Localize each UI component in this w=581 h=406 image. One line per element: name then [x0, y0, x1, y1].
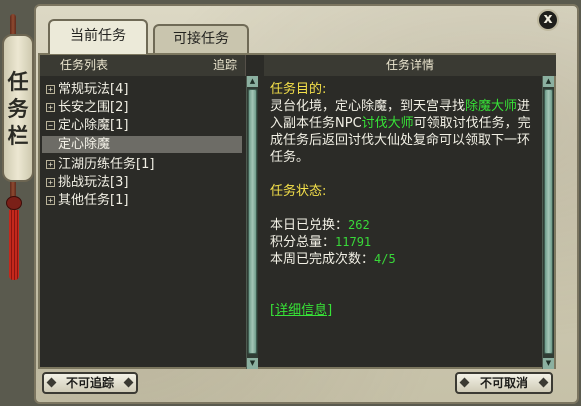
scroll-down-icon[interactable]: ▼ — [543, 358, 554, 369]
tree-subitem-dingxin-selected[interactable]: 定心除魔 — [42, 136, 242, 153]
tree-item-label: 其他任务[1] — [58, 193, 129, 208]
expand-icon[interactable]: + — [46, 85, 55, 94]
tree-item-changan[interactable]: + 长安之围[2] — [46, 99, 128, 116]
task-detail-header: 任务详情 — [264, 55, 556, 76]
goal-text-1: 灵台化境，定心除魔，到天宫寻找 — [270, 99, 466, 114]
task-list-scrollbar[interactable]: ▲ ▼ — [246, 76, 258, 369]
stat-weekly-completed: 本周已完成次数：4/5 — [270, 251, 396, 268]
task-detail-title: 任务详情 — [385, 58, 434, 72]
goal-description: 灵台化境，定心除魔，到天宫寻找除魔大师进入副本任务NPC讨伐大师可领取讨伐任务，… — [270, 98, 536, 166]
tassel-icon — [9, 210, 19, 280]
tree-item-label: 挑战玩法[3] — [58, 175, 129, 190]
expand-icon[interactable]: + — [46, 196, 55, 205]
tree-item-other[interactable]: + 其他任务[1] — [46, 192, 128, 209]
tree-item-dingxin[interactable]: − 定心除魔[1] — [46, 117, 128, 134]
stat-value: 262 — [348, 218, 370, 232]
expand-icon[interactable]: + — [46, 160, 55, 169]
task-list-title: 任务列表 — [60, 58, 109, 72]
close-button[interactable]: x — [537, 9, 559, 31]
expand-icon[interactable]: + — [46, 178, 55, 187]
task-window: 任 务 栏 x 当前任务 可接任务 任务列表 追踪 任务详情 + 常规玩法[4] … — [0, 0, 581, 406]
stat-total-points: 积分总量：11791 — [270, 234, 371, 251]
side-tag-char-2: 务 — [7, 95, 29, 121]
task-panel: 任务列表 追踪 任务详情 + 常规玩法[4] + 长安之围[2] − 定心除魔[1] … — [38, 53, 556, 369]
tree-item-label: 江湖历练任务[1] — [58, 157, 155, 172]
tree-item-label: 常规玩法[4] — [58, 82, 129, 97]
detail-info-link[interactable]: [详细信息] — [270, 303, 332, 318]
tree-item-label: 定心除魔[1] — [58, 118, 129, 133]
task-detail: 任务目的: 灵台化境，定心除魔，到天宫寻找除魔大师进入副本任务NPC讨伐大师可领… — [266, 79, 538, 369]
tab-current-tasks[interactable]: 当前任务 — [48, 19, 148, 54]
scroll-thumb[interactable] — [248, 89, 257, 354]
side-tag-char-3: 栏 — [7, 122, 29, 148]
task-list-header: 任务列表 追踪 — [40, 55, 246, 76]
untrack-button[interactable]: 不可追踪 — [42, 372, 138, 394]
side-tag: 任 务 栏 — [2, 34, 34, 182]
scroll-down-icon[interactable]: ▼ — [247, 358, 258, 369]
stat-label: 本日已兑换： — [270, 218, 349, 233]
tree-item-jianghu[interactable]: + 江湖历练任务[1] — [46, 156, 154, 173]
task-tree: + 常规玩法[4] + 长安之围[2] − 定心除魔[1] 定心除魔 + 江湖历练任务[… — [40, 79, 244, 369]
stat-value: 11791 — [335, 235, 372, 249]
scroll-thumb[interactable] — [544, 89, 553, 354]
status-label: 任务状态: — [270, 184, 327, 199]
track-column-title: 追踪 — [212, 58, 237, 72]
scroll-up-icon[interactable]: ▲ — [543, 76, 554, 87]
tassel-knot-icon — [6, 196, 22, 210]
npc-link-taofa[interactable]: 讨伐大师 — [362, 116, 414, 131]
scroll-up-icon[interactable]: ▲ — [247, 76, 258, 87]
stat-exchanged-today: 本日已兑换：262 — [270, 217, 370, 234]
side-tag-char-1: 任 — [7, 68, 29, 94]
npc-link-chumo[interactable]: 除魔大师 — [465, 99, 517, 114]
uncancel-button[interactable]: 不可取消 — [455, 372, 553, 394]
expand-icon[interactable]: + — [46, 103, 55, 112]
collapse-icon[interactable]: − — [46, 121, 55, 130]
tree-item-label: 长安之围[2] — [58, 100, 129, 115]
stat-label: 本周已完成次数： — [270, 252, 375, 267]
tree-item-routine[interactable]: + 常规玩法[4] — [46, 81, 128, 98]
task-detail-scrollbar[interactable]: ▲ ▼ — [542, 76, 554, 369]
tree-item-challenge[interactable]: + 挑战玩法[3] — [46, 174, 128, 191]
goal-label: 任务目的: — [270, 82, 327, 97]
stat-value: 4/5 — [374, 252, 396, 266]
stat-label: 积分总量： — [270, 235, 336, 250]
tab-available-tasks[interactable]: 可接任务 — [153, 24, 249, 54]
